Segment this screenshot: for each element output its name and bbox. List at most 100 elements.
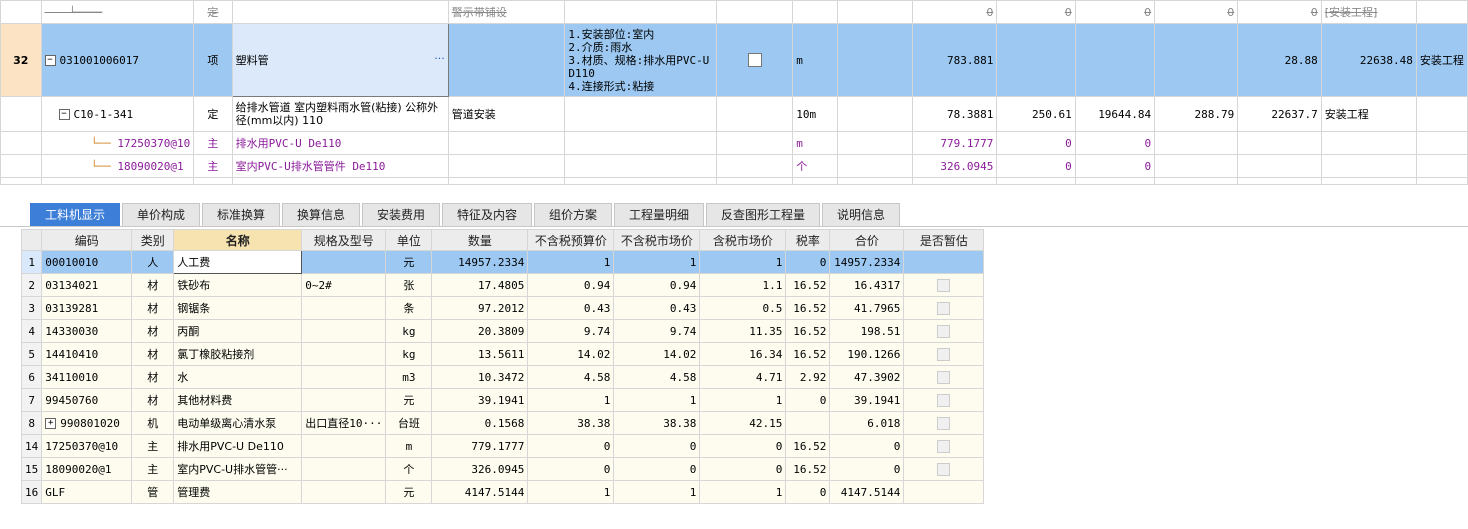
- cell-market-price[interactable]: 1: [613, 250, 701, 274]
- tab-pricing-scheme[interactable]: 组价方案: [534, 203, 612, 226]
- cell-market-price[interactable]: 4.58: [613, 365, 701, 389]
- cell-code[interactable]: 14330030: [41, 319, 133, 343]
- cell-name[interactable]: 丙酮: [173, 319, 303, 343]
- cell-category[interactable]: 材: [131, 365, 175, 389]
- cell-category[interactable]: 机: [131, 411, 175, 435]
- cell-total[interactable]: 0: [829, 434, 905, 458]
- tab-description[interactable]: 说明信息: [822, 203, 900, 226]
- cell-taxed-price[interactable]: 11.35: [699, 319, 787, 343]
- main-material-row[interactable]: └── 18090020@1 主 室内PVC-U排水管管件 De110 个 32…: [0, 154, 1468, 178]
- header-tax-rate[interactable]: 税率: [785, 229, 831, 251]
- cell-tax-rate[interactable]: 0: [785, 388, 831, 412]
- cell-code[interactable]: 03134021: [41, 273, 133, 297]
- cell-total[interactable]: 39.1941: [829, 388, 905, 412]
- header-total[interactable]: 合价: [829, 229, 905, 251]
- cell-tax-rate[interactable]: 0: [785, 480, 831, 504]
- table-row[interactable]: 14 17250370@10 主排水用PVC-U De110 m 779.1777 0 0 0…: [20, 434, 985, 458]
- collapse-icon[interactable]: −: [44, 55, 56, 66]
- selected-item-row[interactable]: 32 −031001006017 项 塑料管 ··· 1.安装部位:室内 2.介质…: [0, 23, 1468, 97]
- cell-code[interactable]: +990801020: [41, 411, 133, 435]
- item-name-cell[interactable]: 塑料管 ···: [231, 23, 449, 97]
- header-quantity[interactable]: 数量: [431, 229, 529, 251]
- table-row[interactable]: 6 34110010 材水 m3 10.3472 4.58 4.58 4.71 2.92 47.3…: [20, 365, 985, 389]
- provisional-checkbox[interactable]: [937, 370, 951, 384]
- cell-taxed-price[interactable]: 0: [699, 434, 787, 458]
- cell-name[interactable]: 铁砂布: [173, 273, 303, 297]
- cell-code[interactable]: 14410410: [41, 342, 133, 366]
- cell-market-price[interactable]: 1: [613, 480, 701, 504]
- cell-code[interactable]: 34110010: [41, 365, 133, 389]
- cell-spec[interactable]: [301, 365, 387, 389]
- cell-category[interactable]: 管: [131, 480, 175, 504]
- cell-tax-rate[interactable]: 16.52: [785, 434, 831, 458]
- cell-code[interactable]: 99450760: [41, 388, 133, 412]
- more-button[interactable]: ···: [434, 52, 445, 65]
- provisional-checkbox[interactable]: [937, 278, 951, 292]
- tab-standard-conversion[interactable]: 标准换算: [202, 203, 280, 226]
- provisional-checkbox[interactable]: [937, 301, 951, 315]
- cell-tax-rate[interactable]: 16.52: [785, 273, 831, 297]
- cell-budget-price[interactable]: 1: [527, 388, 615, 412]
- cell-taxed-price[interactable]: 1: [699, 480, 787, 504]
- cell-name[interactable]: 电动单级离心清水泵: [173, 411, 303, 435]
- cell-total[interactable]: 0: [829, 457, 905, 481]
- cell-category[interactable]: 材: [131, 273, 175, 297]
- header-name[interactable]: 名称: [173, 229, 303, 251]
- cell-budget-price[interactable]: 0: [527, 434, 615, 458]
- header-unit[interactable]: 单位: [385, 229, 433, 251]
- cell-quantity[interactable]: 97.2012: [431, 296, 529, 320]
- cell-taxed-price[interactable]: 16.34: [699, 342, 787, 366]
- tab-installation-fee[interactable]: 安装费用: [362, 203, 440, 226]
- cell-code[interactable]: 17250370@10: [41, 434, 133, 458]
- cell-spec[interactable]: [301, 480, 387, 504]
- provisional-checkbox[interactable]: [937, 347, 951, 361]
- table-row[interactable]: 16 GLF 管管理费元 4147.5144 1 1 1 0 4147.5144: [20, 480, 985, 504]
- cell-code[interactable]: 00010010: [41, 250, 133, 274]
- cell-budget-price[interactable]: 14.02: [527, 342, 615, 366]
- cell-tax-rate[interactable]: 16.52: [785, 296, 831, 320]
- table-row[interactable]: 1 00010010 人人工费元 14957.2334 1 1 1 0 14957.2334: [20, 250, 985, 274]
- cell-unit[interactable]: m: [385, 434, 433, 458]
- main-material-row[interactable]: └── 17250370@10 主 排水用PVC-U De110 m 779.1…: [0, 131, 1468, 155]
- cell-name[interactable]: 其他材料费: [173, 388, 303, 412]
- cell-budget-price[interactable]: 9.74: [527, 319, 615, 343]
- cell-budget-price[interactable]: 0.94: [527, 273, 615, 297]
- cell-spec[interactable]: [301, 388, 387, 412]
- cell-market-price[interactable]: 0: [613, 457, 701, 481]
- cell-taxed-price[interactable]: 4.71: [699, 365, 787, 389]
- cell-market-price[interactable]: 1: [613, 388, 701, 412]
- table-row[interactable]: 7 99450760 材其他材料费元 39.1941 1 1 1 0 39.1941: [20, 388, 985, 412]
- cell-category[interactable]: 主: [131, 434, 175, 458]
- cell-quantity[interactable]: 779.1777: [431, 434, 529, 458]
- tab-reverse-lookup[interactable]: 反查图形工程量: [706, 203, 820, 226]
- cell-taxed-price[interactable]: 1: [699, 250, 787, 274]
- cell-budget-price[interactable]: 38.38: [527, 411, 615, 435]
- table-row[interactable]: 8 +990801020 机电动单级离心清水泵 出口直径10··· 台班 0.1568 38…: [20, 411, 985, 435]
- table-row[interactable]: 2 03134021 材铁砂布 0~2# 张 17.4805 0.94 0.94 1.1 16.5…: [20, 273, 985, 297]
- cell-tax-rate[interactable]: 0: [785, 250, 831, 274]
- cell-market-price[interactable]: 0: [613, 434, 701, 458]
- cell-unit[interactable]: 元: [385, 480, 433, 504]
- cell-category[interactable]: 材: [131, 296, 175, 320]
- provisional-checkbox[interactable]: [937, 462, 951, 476]
- tab-unit-price-composition[interactable]: 单价构成: [122, 203, 200, 226]
- cell-taxed-price[interactable]: 1.1: [699, 273, 787, 297]
- cell-code[interactable]: 03139281: [41, 296, 133, 320]
- tab-labor-material-machine[interactable]: 工料机显示: [30, 203, 120, 226]
- provisional-checkbox[interactable]: [937, 393, 951, 407]
- cell-tax-rate[interactable]: 16.52: [785, 342, 831, 366]
- cell-code[interactable]: GLF: [41, 480, 133, 504]
- header-category[interactable]: 类别: [131, 229, 175, 251]
- header-budget-price[interactable]: 不含税预算价: [527, 229, 615, 251]
- table-row[interactable]: 15 18090020@1 主室内PVC-U排水管管··· 个 326.0945 0 0 0 1…: [20, 457, 985, 481]
- table-row[interactable]: 4 14330030 材丙酮 kg 20.3809 9.74 9.74 11.35 16.52 1…: [20, 319, 985, 343]
- cell-tax-rate[interactable]: 16.52: [785, 319, 831, 343]
- tab-features-content[interactable]: 特征及内容: [442, 203, 532, 226]
- cell-total[interactable]: 41.7965: [829, 296, 905, 320]
- quota-row[interactable]: − C10-1-341 定 给排水管道 室内塑料雨水管(粘接) 公称外径(mm以内…: [0, 96, 1468, 132]
- cell-quantity[interactable]: 13.5611: [431, 342, 529, 366]
- cell-total[interactable]: 16.4317: [829, 273, 905, 297]
- header-provisional[interactable]: 是否暂估: [903, 229, 985, 251]
- cell-budget-price[interactable]: 0.43: [527, 296, 615, 320]
- expand-icon[interactable]: +: [45, 418, 57, 429]
